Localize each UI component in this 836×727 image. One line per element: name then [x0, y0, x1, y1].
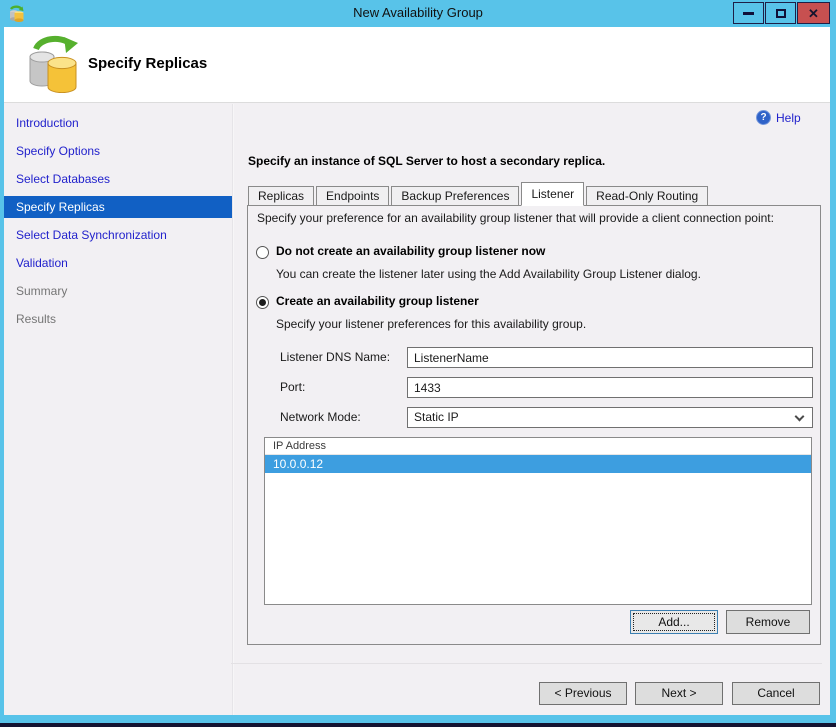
radio-do-not-create-listener-description: You can create the listener later using …: [276, 267, 701, 281]
next-button[interactable]: Next >: [635, 682, 723, 705]
radio-create-listener-description: Specify your listener preferences for th…: [276, 317, 587, 331]
instruction-text: Specify an instance of SQL Server to hos…: [248, 154, 606, 168]
radio-do-not-create-listener[interactable]: [256, 246, 269, 259]
replicas-database-icon: [29, 35, 78, 93]
network-mode-value: Static IP: [414, 410, 459, 424]
wizard-header: Specify Replicas: [4, 27, 830, 103]
ip-address-row[interactable]: 10.0.0.12: [265, 455, 811, 473]
tab-listener[interactable]: Listener: [521, 182, 585, 206]
maximize-button[interactable]: [765, 2, 796, 24]
sidebar-item-introduction[interactable]: Introduction: [4, 112, 233, 134]
listener-intro-text: Specify your preference for an availabil…: [257, 211, 774, 225]
minimize-icon: [743, 11, 754, 15]
help-icon: ?: [756, 110, 771, 125]
port-input[interactable]: [407, 377, 813, 398]
sidebar-item-specify-options[interactable]: Specify Options: [4, 140, 233, 162]
sidebar-item-select-data-synchronization[interactable]: Select Data Synchronization: [4, 224, 233, 246]
sidebar-item-validation[interactable]: Validation: [4, 252, 233, 274]
network-mode-select[interactable]: Static IP: [407, 407, 813, 428]
help-link[interactable]: ? Help: [756, 110, 801, 125]
listener-dns-name-input[interactable]: [407, 347, 813, 368]
minimize-button[interactable]: [733, 2, 764, 24]
dialog-body: Specify Replicas Introduction Specify Op…: [4, 27, 830, 715]
maximize-icon: [775, 8, 786, 18]
cancel-button[interactable]: Cancel: [732, 682, 820, 705]
sidebar-item-summary: Summary: [16, 284, 68, 298]
sidebar-item-specify-replicas[interactable]: Specify Replicas: [4, 196, 233, 218]
radio-create-listener[interactable]: [256, 296, 269, 309]
radio-do-not-create-listener-label[interactable]: Do not create an availability group list…: [276, 244, 545, 258]
radio-create-listener-label[interactable]: Create an availability group listener: [276, 294, 479, 308]
network-mode-label: Network Mode:: [280, 410, 361, 424]
window-controls: ✕: [732, 2, 830, 24]
tab-replicas[interactable]: Replicas: [248, 186, 315, 206]
tab-backup-preferences[interactable]: Backup Preferences: [391, 186, 520, 206]
wizard-steps-sidebar: Introduction Specify Options Select Data…: [4, 104, 233, 715]
help-label: Help: [776, 110, 801, 125]
window-title: New Availability Group: [353, 5, 483, 20]
remove-button[interactable]: Remove: [726, 610, 810, 634]
sidebar-item-results: Results: [16, 312, 57, 326]
sidebar-divider: [232, 104, 234, 715]
tab-read-only-routing[interactable]: Read-Only Routing: [586, 186, 709, 206]
new-availability-group-window: New Availability Group ✕ Specify Replica…: [0, 0, 836, 727]
tab-strip: Replicas Endpoints Backup Preferences Li…: [248, 182, 710, 206]
port-label: Port:: [280, 380, 306, 394]
add-button[interactable]: Add...: [630, 610, 718, 634]
ip-address-column-header: IP Address: [265, 438, 811, 455]
window-bottom-edge: [0, 723, 836, 727]
footer-separator: [231, 663, 822, 664]
previous-button[interactable]: < Previous: [539, 682, 627, 705]
listener-dns-name-label: Listener DNS Name:: [280, 350, 391, 364]
sidebar-item-select-databases[interactable]: Select Databases: [4, 168, 233, 190]
tab-endpoints[interactable]: Endpoints: [316, 186, 390, 206]
close-icon: ✕: [808, 5, 819, 21]
page-title: Specify Replicas: [88, 55, 208, 72]
chevron-down-icon: [794, 411, 805, 422]
ip-address-listbox: IP Address 10.0.0.12: [264, 437, 812, 605]
close-button[interactable]: ✕: [797, 2, 830, 24]
titlebar: New Availability Group ✕: [0, 0, 836, 27]
